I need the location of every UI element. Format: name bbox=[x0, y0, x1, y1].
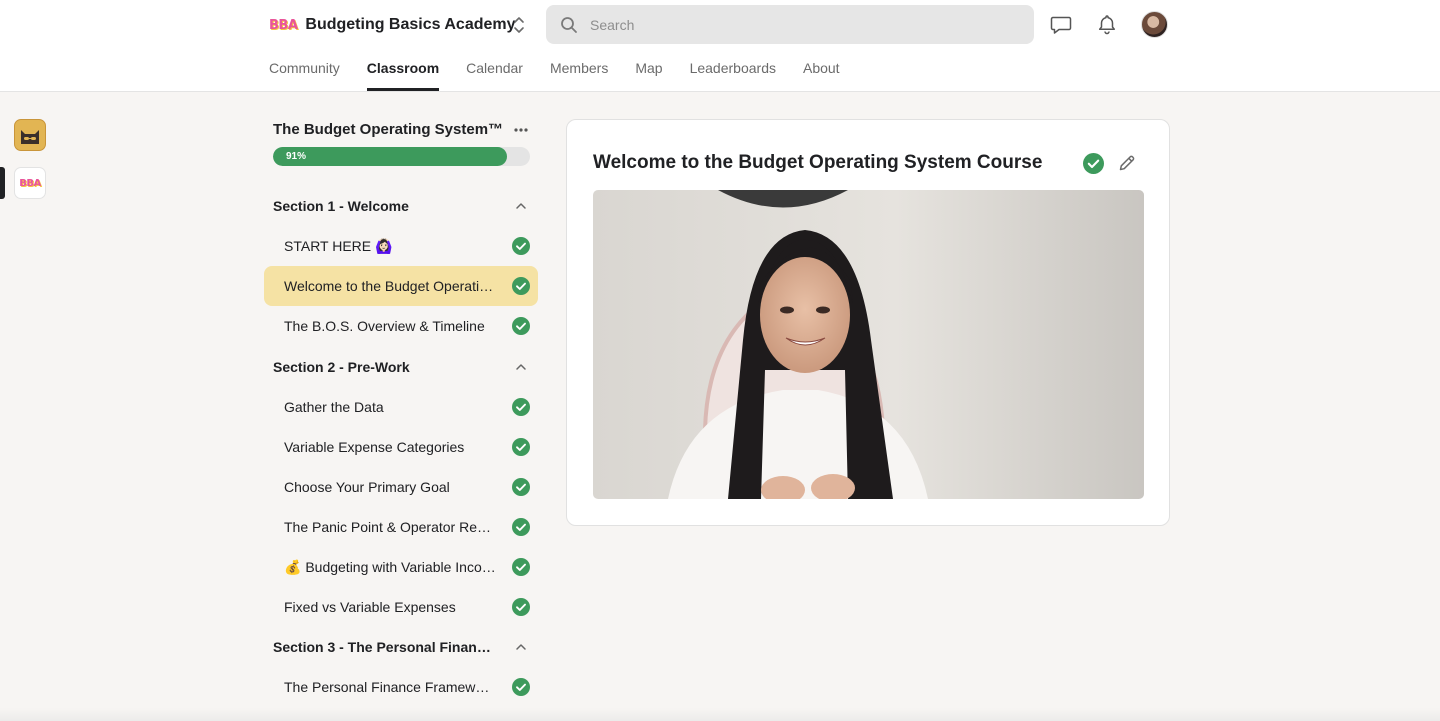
progress-fill: 91% bbox=[273, 147, 507, 166]
lesson-item[interactable]: Gather the Data bbox=[264, 387, 538, 427]
search-input[interactable] bbox=[590, 16, 1010, 33]
lesson-label: 💰 Budgeting with Variable Income bbox=[284, 558, 496, 575]
lesson-label: Fixed vs Variable Expenses bbox=[284, 599, 456, 615]
lesson-label: The Personal Finance Framework Overview bbox=[284, 679, 496, 695]
lesson-item[interactable]: Fixed vs Variable Expenses bbox=[264, 587, 538, 627]
user-avatar[interactable] bbox=[1141, 11, 1168, 38]
chevron-up-icon[interactable] bbox=[514, 640, 528, 654]
section-title: Section 3 - The Personal Finance Framewo… bbox=[273, 639, 498, 655]
lesson-title: Welcome to the Budget Operating System C… bbox=[593, 152, 1043, 173]
top-header: BBA Budgeting Basics Academy Community C… bbox=[0, 0, 1440, 92]
chevron-up-icon[interactable] bbox=[514, 360, 528, 374]
chevron-up-down-icon[interactable] bbox=[512, 14, 526, 36]
section-header[interactable]: Section 3 - The Personal Finance Framewo… bbox=[273, 637, 530, 657]
section-title: Section 1 - Welcome bbox=[273, 198, 409, 214]
lesson-label: Gather the Data bbox=[284, 399, 384, 415]
rail-app-bba[interactable]: BBA bbox=[14, 167, 46, 199]
lesson-video-player[interactable] bbox=[593, 190, 1144, 499]
check-circle-icon bbox=[512, 438, 530, 456]
tab-members[interactable]: Members bbox=[550, 58, 608, 92]
lesson-item[interactable]: START HERE 🙆🏻‍♀️ bbox=[264, 226, 538, 266]
bba-logo: BBA bbox=[19, 177, 41, 189]
check-circle-icon bbox=[512, 678, 530, 696]
tab-community[interactable]: Community bbox=[269, 58, 340, 92]
chevron-up-icon[interactable] bbox=[514, 199, 528, 213]
section-header[interactable]: Section 2 - Pre-Work bbox=[273, 357, 530, 377]
lesson-item[interactable]: The Personal Finance Framework Overview bbox=[264, 667, 538, 707]
chat-icon[interactable] bbox=[1050, 13, 1072, 35]
lesson-item[interactable]: The Panic Point & Operator Response bbox=[264, 507, 538, 547]
lesson-item-active[interactable]: Welcome to the Budget Operating System C… bbox=[264, 266, 538, 306]
lesson-item[interactable]: The B.O.S. Overview & Timeline bbox=[264, 306, 538, 346]
lesson-item[interactable]: Variable Expense Categories bbox=[264, 427, 538, 467]
tab-about[interactable]: About bbox=[803, 58, 840, 92]
check-circle-icon bbox=[512, 598, 530, 616]
course-progress-bar: 91% bbox=[273, 147, 530, 166]
lesson-label: Welcome to the Budget Operating System C… bbox=[284, 278, 496, 294]
mark-complete-icon[interactable] bbox=[1083, 153, 1104, 174]
check-circle-icon bbox=[512, 558, 530, 576]
check-circle-icon bbox=[512, 478, 530, 496]
video-frame-image bbox=[593, 190, 1144, 499]
course-title: The Budget Operating System™ bbox=[273, 121, 504, 138]
lesson-label: The B.O.S. Overview & Timeline bbox=[284, 318, 485, 334]
tab-calendar[interactable]: Calendar bbox=[466, 58, 523, 92]
bell-icon[interactable] bbox=[1096, 13, 1118, 35]
search-icon bbox=[561, 16, 577, 33]
check-circle-icon bbox=[512, 518, 530, 536]
search-bar[interactable] bbox=[546, 5, 1034, 44]
lesson-label: Variable Expense Categories bbox=[284, 439, 465, 455]
lesson-card: Welcome to the Budget Operating System C… bbox=[566, 119, 1170, 526]
tab-map[interactable]: Map bbox=[635, 58, 662, 92]
cat-face-icon bbox=[21, 130, 39, 144]
check-circle-icon bbox=[512, 317, 530, 335]
rail-selected-indicator bbox=[0, 167, 5, 199]
bottom-scroll-edge bbox=[0, 708, 1440, 721]
tab-classroom[interactable]: Classroom bbox=[366, 58, 440, 92]
brand-name: Budgeting Basics Academy bbox=[305, 16, 516, 33]
pencil-icon[interactable] bbox=[1117, 153, 1137, 173]
lesson-label: Choose Your Primary Goal bbox=[284, 479, 450, 495]
check-circle-icon bbox=[512, 398, 530, 416]
lesson-item[interactable]: Choose Your Primary Goal bbox=[264, 467, 538, 507]
tab-leaderboards[interactable]: Leaderboards bbox=[690, 58, 776, 92]
nav-tabs: Community Classroom Calendar Members Map… bbox=[269, 58, 867, 92]
check-circle-icon bbox=[512, 237, 530, 255]
check-circle-icon bbox=[512, 277, 530, 295]
lesson-item[interactable]: 💰 Budgeting with Variable Income bbox=[264, 547, 538, 587]
more-options-icon[interactable] bbox=[511, 122, 531, 138]
brand-logo: BBA bbox=[269, 17, 298, 33]
community-switcher[interactable]: BBA Budgeting Basics Academy bbox=[269, 12, 516, 38]
lesson-label: The Panic Point & Operator Response bbox=[284, 519, 496, 535]
section-header[interactable]: Section 1 - Welcome bbox=[273, 196, 530, 216]
section-title: Section 2 - Pre-Work bbox=[273, 359, 410, 375]
rail-app-cat[interactable] bbox=[14, 119, 46, 151]
progress-label: 91% bbox=[286, 151, 307, 162]
lesson-label: START HERE 🙆🏻‍♀️ bbox=[284, 237, 393, 254]
